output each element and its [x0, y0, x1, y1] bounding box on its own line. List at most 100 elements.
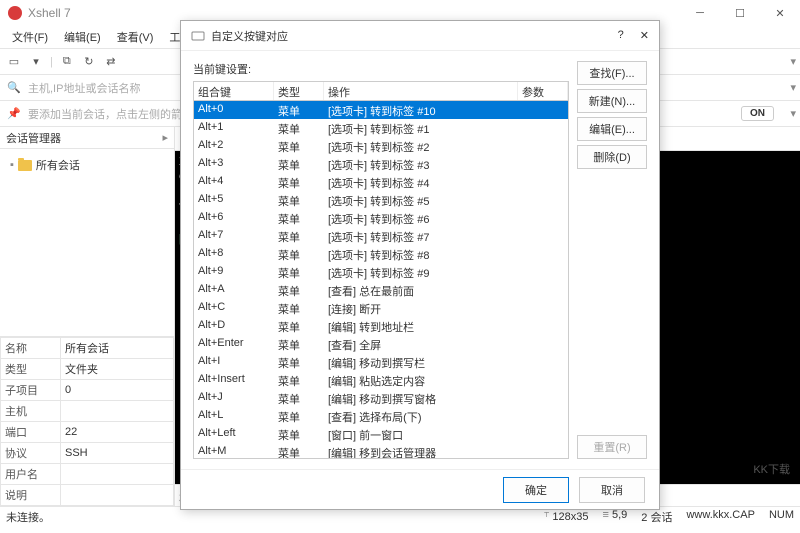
ok-button[interactable]: 确定 — [503, 477, 569, 503]
minimize-button[interactable]: ─ — [680, 0, 720, 26]
dialog-title: 自定义按键对应 — [211, 28, 288, 44]
keymap-row[interactable]: Alt+5菜单[选项卡] 转到标签 #5 — [194, 191, 568, 209]
keymap-row[interactable]: Alt+J菜单[编辑] 移动到撰写窗格 — [194, 389, 568, 407]
property-row: 用户名 — [1, 464, 174, 485]
collapse-icon[interactable]: ▾ — [790, 81, 796, 94]
keymap-row[interactable]: Alt+A菜单[查看] 总在最前面 — [194, 281, 568, 299]
list-header: 组合键 类型 操作 参数 — [193, 81, 569, 101]
status-cap: www.kkx.CAP — [686, 509, 754, 525]
search-icon[interactable]: 🔍 — [6, 80, 22, 96]
keymap-row[interactable]: Alt+C菜单[连接] 断开 — [194, 299, 568, 317]
prop-val — [61, 401, 174, 422]
keymap-row[interactable]: Alt+M菜单[编辑] 移到会话管理器 — [194, 443, 568, 459]
keymap-row[interactable]: Alt+6菜单[选项卡] 转到标签 #6 — [194, 209, 568, 227]
close-button[interactable]: ✕ — [760, 0, 800, 26]
prop-val: SSH — [61, 443, 174, 464]
status-num: NUM — [769, 509, 794, 525]
keymap-row[interactable]: Alt+2菜单[选项卡] 转到标签 #2 — [194, 137, 568, 155]
tree-root[interactable]: ▪ 所有会话 — [6, 155, 168, 175]
dialog-footer: 确定 取消 — [181, 469, 659, 509]
list-label: 当前键设置: — [193, 61, 569, 77]
status-sessions: 2 会话 — [641, 509, 672, 525]
status-connection: 未连接。 — [6, 509, 50, 525]
prop-val — [61, 464, 174, 485]
property-row: 协议SSH — [1, 443, 174, 464]
watermark: KK下载 — [753, 463, 790, 478]
toggle-button[interactable]: ON — [741, 106, 774, 121]
prop-key: 类型 — [1, 359, 61, 380]
keymap-row[interactable]: Alt+8菜单[选项卡] 转到标签 #8 — [194, 245, 568, 263]
delete-button[interactable]: 删除(D) — [577, 145, 647, 169]
keymap-row[interactable]: Alt+4菜单[选项卡] 转到标签 #4 — [194, 173, 568, 191]
reconnect-icon[interactable]: ↻ — [81, 54, 97, 70]
prop-val: 文件夹 — [61, 359, 174, 380]
keymap-row[interactable]: Alt+9菜单[选项卡] 转到标签 #9 — [194, 263, 568, 281]
keymap-row[interactable]: Alt+Left菜单[窗口] 前一窗口 — [194, 425, 568, 443]
prop-key: 说明 — [1, 485, 61, 506]
keymap-row[interactable]: Alt+7菜单[选项卡] 转到标签 #7 — [194, 227, 568, 245]
dropdown-icon[interactable]: ▾ — [28, 54, 44, 70]
property-row: 主机 — [1, 401, 174, 422]
maximize-button[interactable]: ☐ — [720, 0, 760, 26]
session-tree[interactable]: ▪ 所有会话 — [0, 149, 174, 336]
prop-val: 0 — [61, 380, 174, 401]
help-button[interactable]: ? — [618, 29, 624, 42]
col-type[interactable]: 类型 — [274, 82, 324, 100]
pin-icon[interactable]: 📌 — [6, 106, 22, 122]
session-manager-label: 会话管理器 — [6, 130, 61, 146]
app-title: Xshell 7 — [28, 6, 71, 20]
keymap-row[interactable]: Alt+I菜单[编辑] 移动到撰写栏 — [194, 353, 568, 371]
prop-key: 主机 — [1, 401, 61, 422]
menu-file[interactable]: 文件(F) — [4, 27, 56, 47]
collapse-icon[interactable]: ▾ — [790, 55, 796, 68]
col-action[interactable]: 操作 — [324, 82, 518, 100]
keymap-list[interactable]: Alt+0菜单[选项卡] 转到标签 #10Alt+1菜单[选项卡] 转到标签 #… — [193, 101, 569, 459]
prop-val: 22 — [61, 422, 174, 443]
properties-panel: 名称所有会话类型文件夹子项目0主机端口22协议SSH用户名说明 — [0, 336, 174, 506]
prop-key: 端口 — [1, 422, 61, 443]
copy-icon[interactable]: ⧉ — [59, 54, 75, 70]
col-param[interactable]: 参数 — [518, 82, 568, 100]
sidebar: 会话管理器 ▸ ▪ 所有会话 名称所有会话类型文件夹子项目0主机端口22协议SS… — [0, 127, 175, 506]
status-size: ⸆ 128x35 — [544, 509, 589, 525]
keymap-row[interactable]: Alt+Insert菜单[编辑] 粘贴选定内容 — [194, 371, 568, 389]
menu-edit[interactable]: 编辑(E) — [56, 27, 109, 47]
keymap-row[interactable]: Alt+0菜单[选项卡] 转到标签 #10 — [194, 101, 568, 119]
prop-key: 用户名 — [1, 464, 61, 485]
menu-view[interactable]: 查看(V) — [109, 27, 162, 47]
new-button[interactable]: 新建(N)... — [577, 89, 647, 113]
prop-key: 子项目 — [1, 380, 61, 401]
keymap-row[interactable]: Alt+3菜单[选项卡] 转到标签 #3 — [194, 155, 568, 173]
keymap-row[interactable]: Alt+1菜单[选项卡] 转到标签 #1 — [194, 119, 568, 137]
property-row: 子项目0 — [1, 380, 174, 401]
edit-button[interactable]: 编辑(E)... — [577, 117, 647, 141]
prop-val — [61, 485, 174, 506]
address-placeholder[interactable]: 主机,IP地址或会话名称 — [28, 80, 140, 96]
collapse-icon[interactable]: ▾ — [790, 107, 796, 120]
folder-icon — [18, 160, 32, 171]
tree-root-label: 所有会话 — [36, 157, 80, 173]
dialog-close-button[interactable]: ✕ — [640, 29, 649, 42]
find-button[interactable]: 查找(F)... — [577, 61, 647, 85]
cancel-button[interactable]: 取消 — [579, 477, 645, 503]
new-session-icon[interactable]: ▭ — [6, 54, 22, 70]
property-row: 端口22 — [1, 422, 174, 443]
transfer-icon[interactable]: ⇄ — [103, 54, 119, 70]
expand-icon[interactable]: ▪ — [10, 159, 14, 171]
keymap-row[interactable]: Alt+Enter菜单[查看] 全屏 — [194, 335, 568, 353]
col-key[interactable]: 组合键 — [194, 82, 274, 100]
prop-val: 所有会话 — [61, 338, 174, 359]
keymap-row[interactable]: Alt+D菜单[编辑] 转到地址栏 — [194, 317, 568, 335]
session-manager-tab[interactable]: 会话管理器 ▸ — [0, 127, 174, 149]
close-panel-icon[interactable]: ▸ — [162, 131, 168, 144]
property-row: 类型文件夹 — [1, 359, 174, 380]
keymap-dialog: 自定义按键对应 ? ✕ 当前键设置: 组合键 类型 操作 参数 Alt+0菜单[… — [180, 20, 660, 510]
dialog-titlebar: 自定义按键对应 ? ✕ — [181, 21, 659, 51]
app-logo-icon — [8, 6, 22, 20]
reset-button: 重置(R) — [577, 435, 647, 459]
property-row: 名称所有会话 — [1, 338, 174, 359]
keymap-row[interactable]: Alt+L菜单[查看] 选择布局(下) — [194, 407, 568, 425]
prop-key: 协议 — [1, 443, 61, 464]
status-cursor: ≡ 5,9 — [603, 509, 628, 525]
prop-key: 名称 — [1, 338, 61, 359]
